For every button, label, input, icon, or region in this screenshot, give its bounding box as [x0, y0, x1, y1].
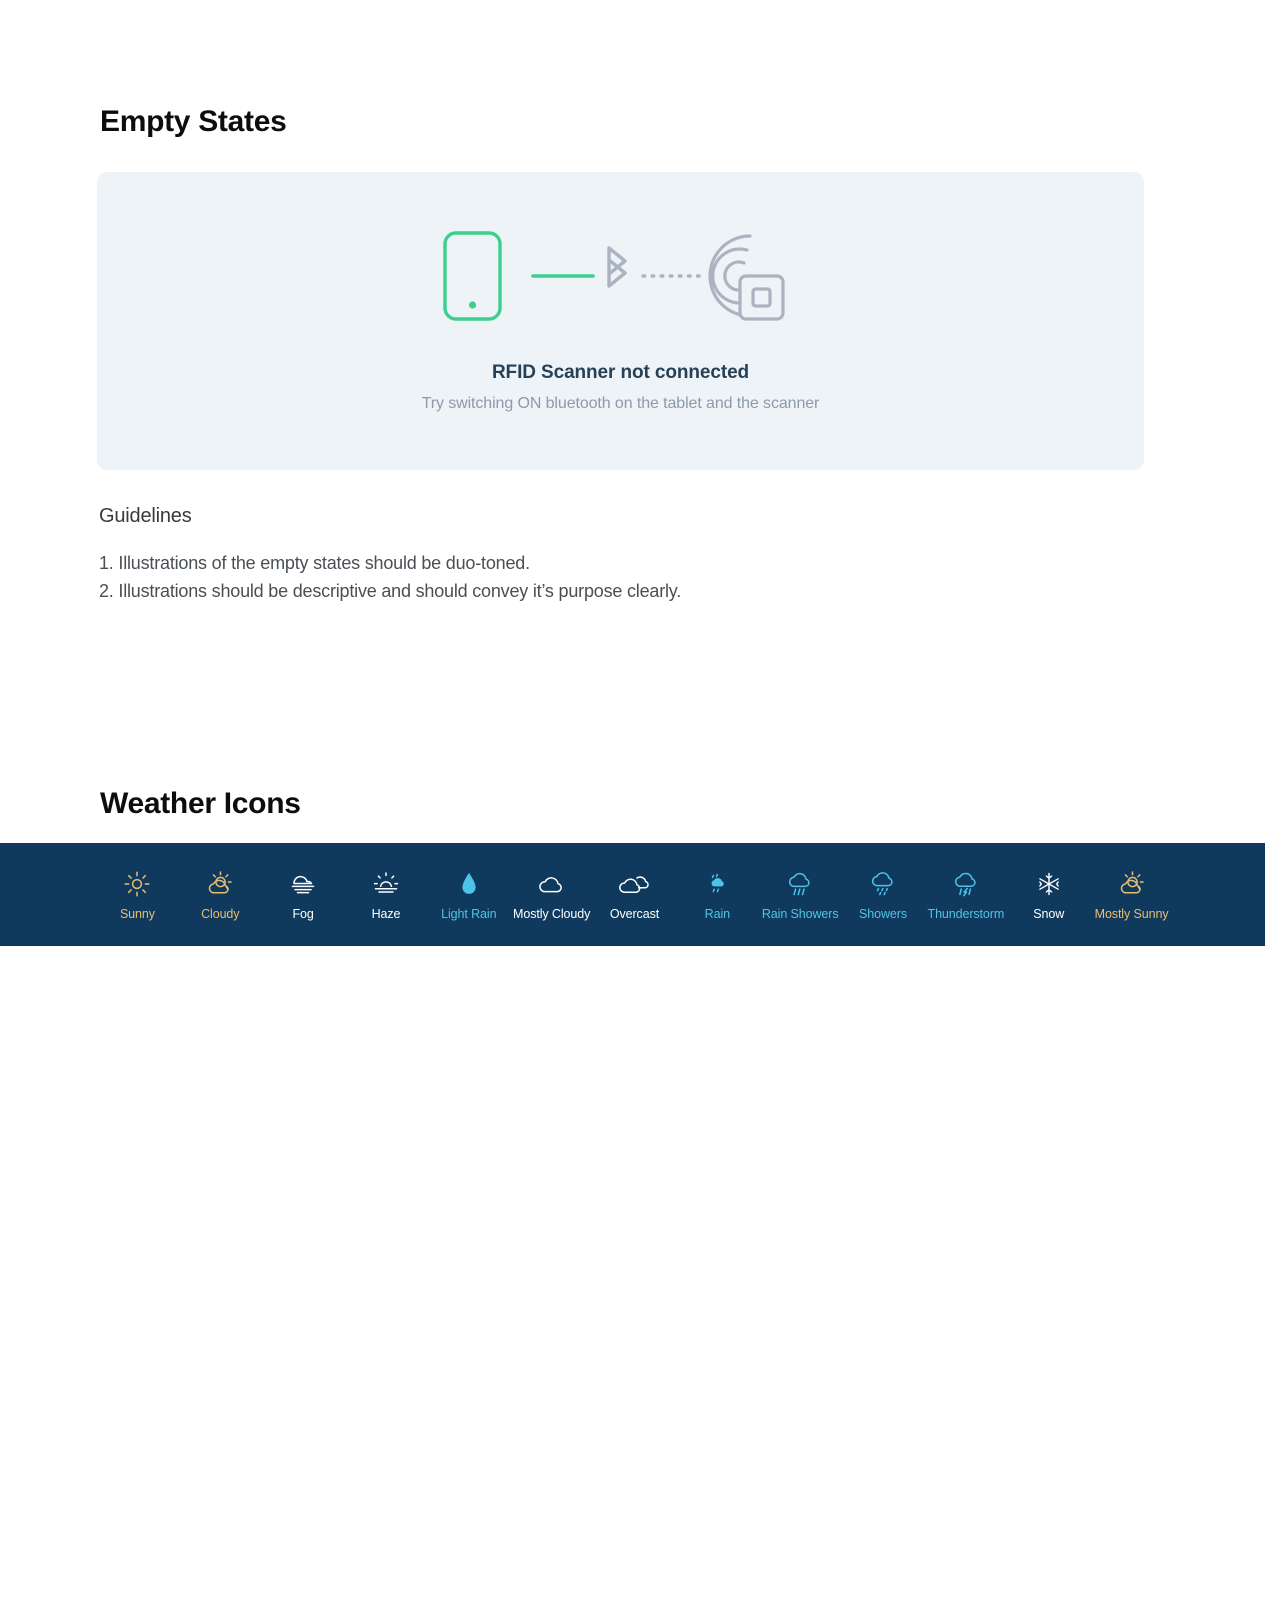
raindrop-icon — [454, 869, 484, 899]
guidelines-heading: Guidelines — [99, 505, 192, 527]
weather-item[interactable]: Rain Showers — [759, 869, 842, 921]
weather-item-label: Showers — [859, 906, 907, 921]
sun-icon — [122, 869, 152, 899]
weather-item[interactable]: Overcast — [593, 869, 676, 921]
cloud-icon — [537, 869, 567, 899]
guideline-item: 2. Illustrations should be descriptive a… — [99, 581, 682, 601]
weather-item[interactable]: Mostly Cloudy — [510, 869, 593, 921]
weather-item-label: Cloudy — [201, 906, 240, 921]
weather-item[interactable]: Fog — [262, 869, 345, 921]
guidelines-list: 1. Illustrations of the empty states sho… — [99, 549, 999, 605]
page-title-weather-icons: Weather Icons — [100, 787, 301, 820]
weather-item[interactable]: Light Rain — [427, 869, 510, 921]
weather-item-label: Overcast — [609, 906, 660, 921]
weather-item[interactable]: Snow — [1007, 869, 1090, 921]
weather-item[interactable]: Showers — [842, 869, 925, 921]
fog-icon — [288, 869, 318, 899]
weather-item-label: Light Rain — [441, 906, 497, 921]
cloud-drizzle-icon — [868, 869, 898, 899]
page-root: Empty States RFID Scanner not connected — [0, 0, 1265, 1600]
weather-item-label: Fog — [292, 906, 314, 921]
weather-item-label: Rain Showers — [761, 906, 839, 921]
tablet-bluetooth-rfid-scanner-illustration — [442, 231, 785, 321]
sun-behind-cloud-icon — [205, 869, 235, 899]
weather-item-label: Mostly Cloudy — [513, 906, 591, 921]
empty-state-card: RFID Scanner not connected Try switching… — [97, 172, 1144, 470]
double-cloud-icon — [619, 869, 650, 899]
weather-item-label: Haze — [371, 906, 401, 921]
weather-item[interactable]: Rain — [676, 869, 759, 921]
cloud-rain-icon — [785, 869, 815, 899]
small-rain-icon — [702, 869, 732, 899]
snowflake-icon — [1034, 869, 1064, 899]
weather-item[interactable]: Thunderstorm — [924, 869, 1007, 921]
weather-icons-bar: Sunny Cloudy Fog Haze Light Rain Mostly … — [0, 843, 1265, 946]
empty-state-title: RFID Scanner not connected — [491, 362, 750, 383]
weather-item-label: Sunny — [119, 906, 155, 921]
haze-icon — [371, 869, 401, 899]
weather-item-label: Thunderstorm — [927, 906, 1005, 921]
weather-item-label: Snow — [1033, 906, 1065, 921]
weather-item[interactable]: Mostly Sunny — [1090, 869, 1173, 921]
page-title-empty-states: Empty States — [100, 105, 287, 138]
weather-item-label: Rain — [704, 906, 730, 921]
empty-state-subtitle: Try switching ON bluetooth on the tablet… — [421, 395, 820, 412]
weather-item[interactable]: Sunny — [96, 869, 179, 921]
weather-item[interactable]: Cloudy — [179, 869, 262, 921]
guideline-item: 1. Illustrations of the empty states sho… — [99, 553, 530, 573]
weather-item[interactable]: Haze — [345, 869, 428, 921]
weather-item-label: Mostly Sunny — [1094, 906, 1169, 921]
cloud-lightning-rain-icon — [951, 869, 981, 899]
sun-behind-cloud-icon — [1117, 869, 1147, 899]
